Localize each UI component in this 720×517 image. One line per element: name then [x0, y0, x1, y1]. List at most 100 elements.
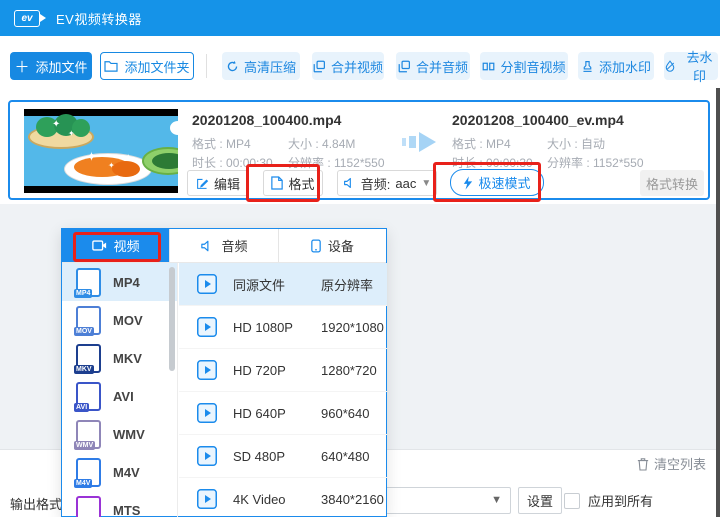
- output-format: 格式 : MP4: [452, 137, 511, 151]
- tab-device-label: 设备: [327, 239, 354, 254]
- video-icon: [91, 239, 107, 252]
- water-drop-icon: [664, 60, 676, 72]
- source-size: 大小 : 4.84M: [288, 137, 356, 151]
- format-item-label: MKV: [113, 350, 142, 366]
- phone-icon: [311, 239, 321, 253]
- window-title: EV视频转换器: [56, 11, 142, 27]
- settings-button[interactable]: 设置: [518, 487, 562, 514]
- convert-button[interactable]: 格式转换: [640, 170, 704, 196]
- preset-name: 同源文件: [233, 277, 286, 293]
- format-button[interactable]: 格式: [263, 170, 323, 196]
- tab-device[interactable]: 设备: [278, 229, 386, 262]
- format-label: 格式: [288, 176, 315, 192]
- add-folder-label: 添加文件夹: [124, 59, 190, 75]
- preset-resolution: 1920*1080: [321, 319, 384, 335]
- copy-icon: [313, 60, 326, 73]
- merge-video-label: 合并视频: [330, 59, 383, 75]
- format-item-label: MP4: [113, 274, 140, 290]
- output-format-label: 输出格式: [10, 497, 63, 512]
- copy-icon: [398, 60, 411, 73]
- speed-mode-button[interactable]: 极速模式: [450, 169, 544, 196]
- edit-label: 编辑: [213, 176, 240, 192]
- sparkle: ✦: [124, 153, 133, 164]
- preset-list: 同源文件 原分辨率 HD 1080P 1920*1080 HD 720P 128…: [179, 263, 387, 517]
- format-item-label: MTS: [113, 502, 141, 517]
- audio-value: aac: [395, 175, 417, 191]
- file-type-icon: WMV: [74, 419, 101, 450]
- sparkle: ✦: [68, 129, 75, 138]
- format-list-scrollbar[interactable]: [169, 267, 175, 371]
- audio-label: 音频:: [360, 176, 391, 192]
- trash-icon: [637, 457, 649, 471]
- format-item-label: MOV: [113, 312, 143, 328]
- split-av-button[interactable]: 分割音视频: [480, 52, 568, 80]
- format-item-mts[interactable]: MTS MTS: [62, 491, 177, 517]
- play-badge-icon: [197, 446, 217, 466]
- play-badge-icon: [197, 489, 217, 509]
- format-panel-tabs: 视频 音频 设备: [62, 229, 386, 263]
- source-duration: 时长 : 00:00:30: [192, 156, 273, 170]
- preset-name: HD 1080P: [233, 319, 293, 335]
- preset-item-480p[interactable]: SD 480P 640*480: [179, 435, 387, 478]
- format-item-avi[interactable]: AVI AVI: [62, 377, 177, 415]
- play-badge-icon: [197, 317, 217, 337]
- source-resolution: 分辨率 : 1152*550: [288, 156, 385, 170]
- file-type-icon: MP4: [74, 267, 101, 298]
- play-badge-icon: [197, 274, 217, 294]
- clear-list-label: 清空列表: [653, 457, 706, 472]
- hd-compress-button[interactable]: 高清压缩: [222, 52, 300, 80]
- preset-resolution: 3840*2160: [321, 491, 384, 507]
- speaker-icon: [200, 240, 214, 252]
- add-folder-button[interactable]: 添加文件夹: [100, 52, 194, 80]
- file-type-icon: MKV: [74, 343, 101, 374]
- add-watermark-label: 添加水印: [598, 59, 651, 75]
- sparkle: ✦: [52, 119, 61, 130]
- file-card[interactable]: ✦ ✦ ✦ ✦ ✦ 20201208_100400.mp4 格式 : MP4 大…: [8, 100, 710, 200]
- preset-resolution: 1280*720: [321, 362, 377, 378]
- plus-icon: ＋: [14, 58, 30, 76]
- output-filename: 20201208_100400_ev.mp4: [452, 112, 624, 128]
- preset-item-source[interactable]: 同源文件 原分辨率: [179, 263, 387, 306]
- preset-name: SD 480P: [233, 448, 286, 464]
- clear-list-button[interactable]: 清空列表: [637, 454, 706, 473]
- app-logo-icon: ev: [14, 9, 46, 27]
- remove-watermark-button[interactable]: 去水印: [664, 50, 718, 84]
- format-item-label: M4V: [113, 464, 140, 480]
- source-format: 格式 : MP4: [192, 137, 251, 151]
- format-item-mp4[interactable]: MP4 MP4: [62, 263, 177, 301]
- apply-all-label: 应用到所有: [588, 494, 654, 509]
- format-item-wmv[interactable]: WMV WMV: [62, 415, 177, 453]
- tab-audio[interactable]: 音频: [170, 229, 279, 262]
- preset-item-640p[interactable]: HD 640P 960*640: [179, 392, 387, 435]
- merge-audio-button[interactable]: 合并音频: [396, 52, 470, 80]
- preset-name: HD 640P: [233, 405, 286, 421]
- edit-button[interactable]: 编辑: [187, 170, 249, 196]
- tab-video[interactable]: 视频: [62, 229, 171, 262]
- preset-resolution: 960*640: [321, 405, 370, 421]
- play-badge-icon: [197, 403, 217, 423]
- add-watermark-button[interactable]: 添加水印: [578, 52, 654, 80]
- speaker-icon: [343, 177, 356, 189]
- merge-video-button[interactable]: 合并视频: [312, 52, 384, 80]
- chevron-down-icon: ▼: [491, 494, 502, 506]
- remove-watermark-label: 去水印: [686, 50, 713, 84]
- file-type-icon: M4V: [74, 457, 101, 488]
- preset-item-720p[interactable]: HD 720P 1280*720: [179, 349, 387, 392]
- chevron-down-icon: ▼: [421, 177, 432, 189]
- add-file-label: 添加文件: [35, 59, 88, 75]
- source-filename: 20201208_100400.mp4: [192, 112, 342, 128]
- format-item-m4v[interactable]: M4V M4V: [62, 453, 177, 491]
- file-type-icon: MTS: [74, 495, 101, 517]
- preset-item-4k[interactable]: 4K Video 3840*2160: [179, 478, 387, 517]
- add-file-button[interactable]: ＋ 添加文件: [10, 52, 92, 80]
- format-item-mov[interactable]: MOV MOV: [62, 301, 177, 339]
- format-item-mkv[interactable]: MKV MKV: [62, 339, 177, 377]
- preset-item-1080p[interactable]: HD 1080P 1920*1080: [179, 306, 387, 349]
- merge-audio-label: 合并音频: [415, 59, 468, 75]
- window-edge-scrollbar[interactable]: [716, 88, 720, 517]
- preset-name: HD 720P: [233, 362, 286, 378]
- file-type-icon: MOV: [74, 305, 101, 336]
- apply-all-checkbox[interactable]: [564, 492, 580, 509]
- page-icon: [271, 176, 284, 190]
- audio-select-button[interactable]: 音频: aac ▼: [337, 170, 437, 196]
